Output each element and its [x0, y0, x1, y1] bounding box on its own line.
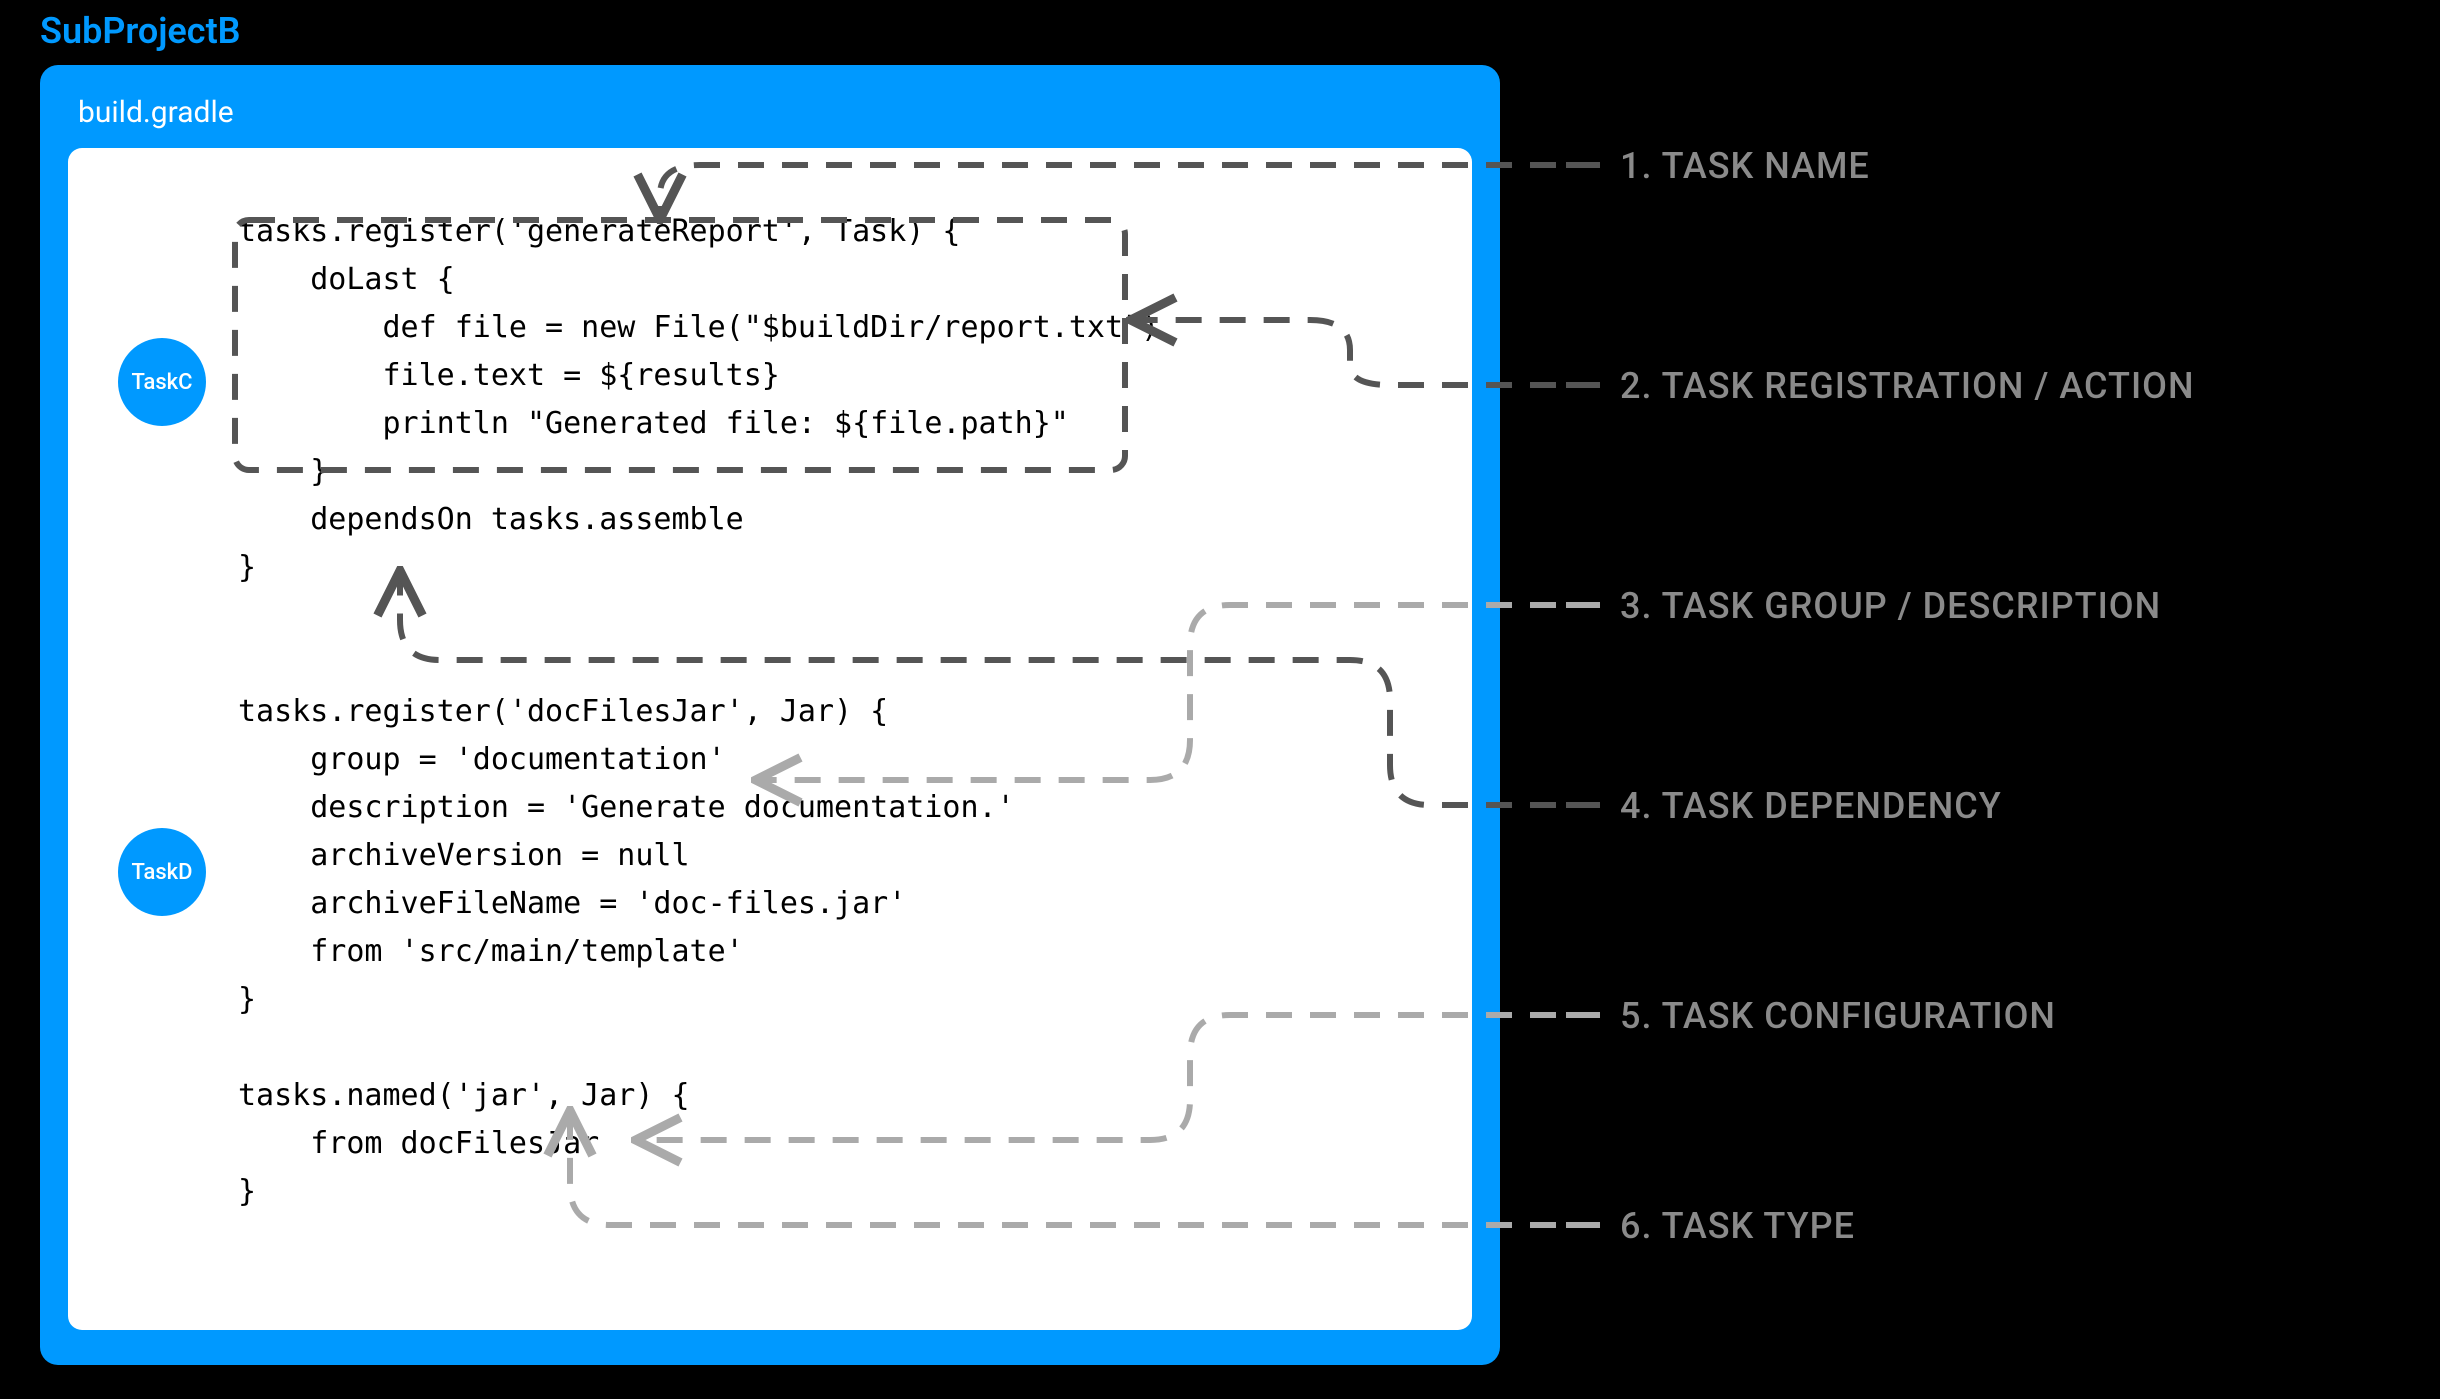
code-block: tasks.register('generateReport', Task) {…	[238, 208, 1432, 1216]
project-frame: build.gradle TaskC TaskD tasks.register(…	[40, 65, 1500, 1365]
code-card: TaskC TaskD tasks.register('generateRepo…	[68, 148, 1472, 1330]
annotation-task-dependency: 4. TASK DEPENDENCY	[1620, 785, 2002, 827]
annotation-task-registration: 2. TASK REGISTRATION / ACTION	[1620, 365, 2195, 407]
file-name-label: build.gradle	[78, 95, 1472, 130]
task-badge-d: TaskD	[118, 828, 206, 916]
task-badge-c: TaskC	[118, 338, 206, 426]
task-badge-d-label: TaskD	[132, 860, 193, 885]
project-title: SubProjectB	[40, 10, 241, 52]
task-badge-c-label: TaskC	[132, 370, 193, 395]
annotation-task-config: 5. TASK CONFIGURATION	[1620, 995, 2056, 1037]
annotation-task-group: 3. TASK GROUP / DESCRIPTION	[1620, 585, 2161, 627]
diagram-stage: SubProjectB build.gradle TaskC TaskD tas…	[0, 0, 2440, 1399]
annotation-task-name: 1. TASK NAME	[1620, 145, 1870, 187]
annotation-task-type: 6. TASK TYPE	[1620, 1205, 1855, 1247]
